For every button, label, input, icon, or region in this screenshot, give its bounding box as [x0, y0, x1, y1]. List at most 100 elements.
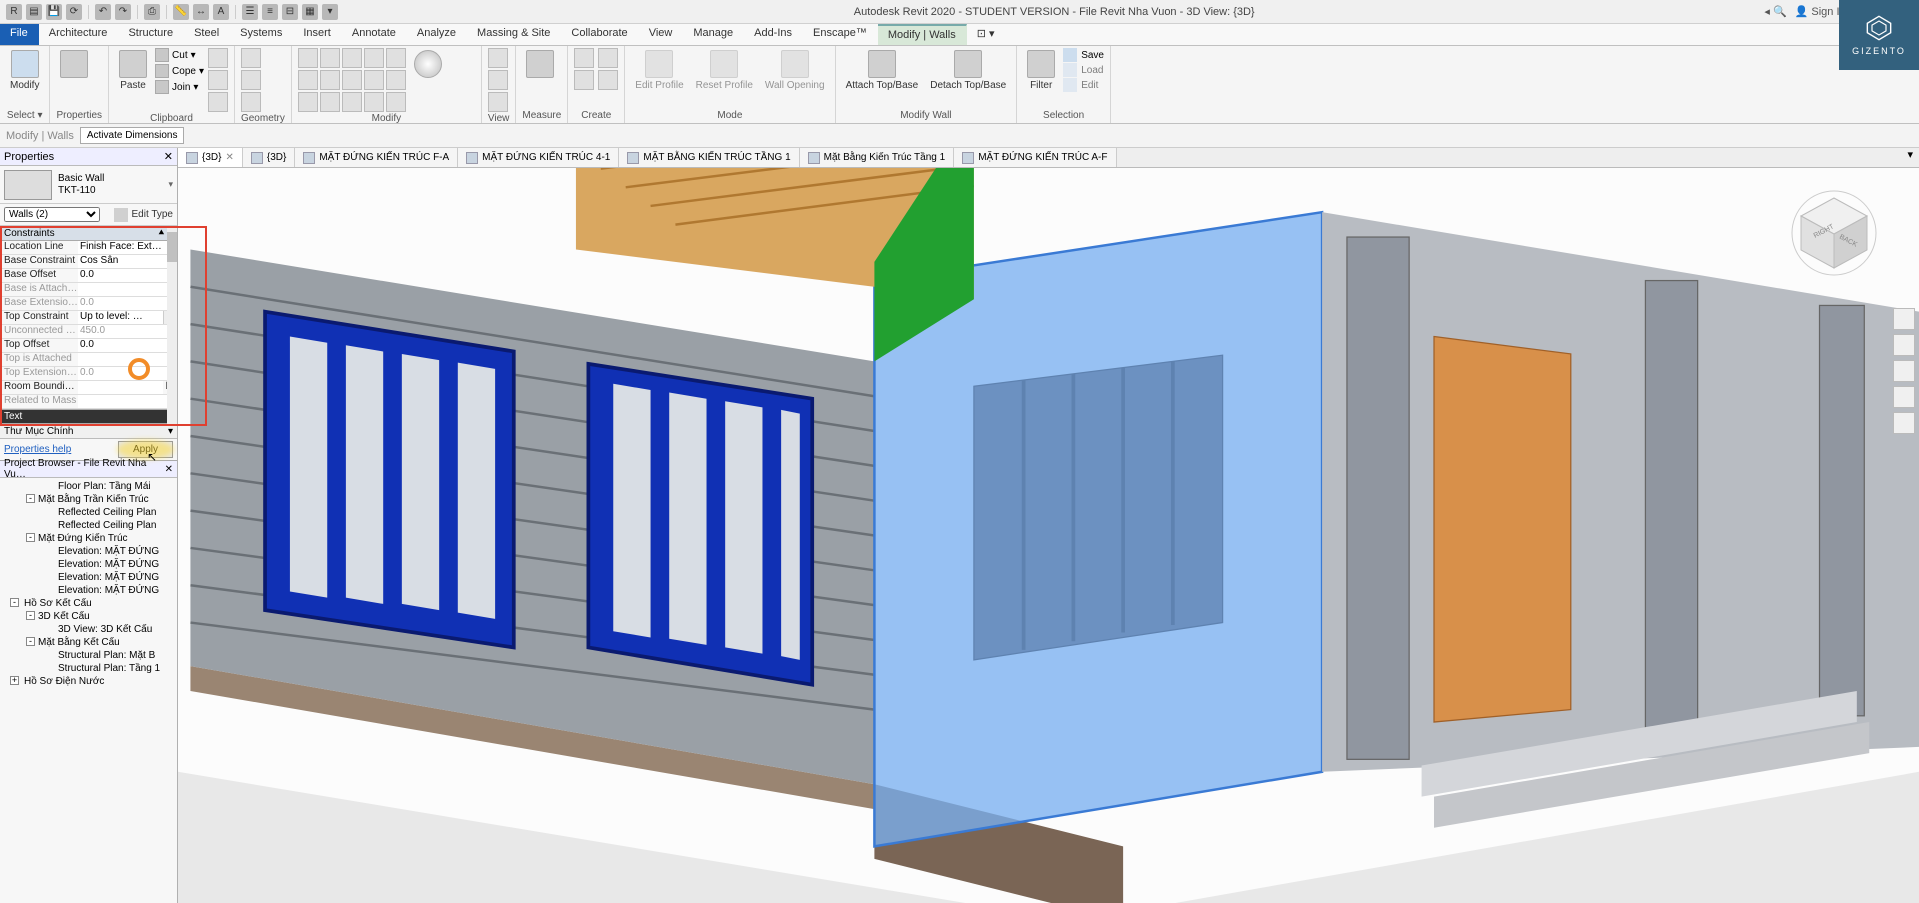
tab-enscape[interactable]: Enscape™ — [803, 24, 878, 45]
tree-node[interactable]: 3D View: 3D Kết Cấu — [0, 623, 177, 636]
scrollbar[interactable] — [167, 226, 177, 424]
steering-wheel-icon[interactable] — [1893, 308, 1915, 330]
property-row[interactable]: Unconnected …450.0 — [0, 325, 177, 339]
viewport-3d[interactable]: RIGHT BACK — [178, 168, 1919, 903]
delete-icon[interactable] — [342, 92, 362, 112]
tree-node[interactable]: Elevation: MẶT ĐỨNG — [0, 571, 177, 584]
property-row[interactable]: Top is Attached — [0, 353, 177, 367]
zoom-icon[interactable] — [1893, 360, 1915, 382]
geom3-icon[interactable] — [241, 92, 261, 112]
orbit-icon[interactable] — [1893, 386, 1915, 408]
modify-button[interactable]: Modify — [6, 48, 43, 93]
tree-node[interactable]: Elevation: MẶT ĐỨNG — [0, 584, 177, 597]
tab-manage[interactable]: Manage — [683, 24, 744, 45]
tab-analyze[interactable]: Analyze — [407, 24, 467, 45]
instance-selector[interactable]: Walls (2) — [4, 207, 100, 222]
property-row[interactable]: Top Extension…0.0 — [0, 367, 177, 381]
detach-button[interactable]: Detach Top/Base — [926, 48, 1010, 93]
expand-icon[interactable]: - — [26, 637, 35, 646]
tab-insert[interactable]: Insert — [293, 24, 342, 45]
switch-win-icon[interactable]: ▦ — [302, 4, 318, 20]
save-icon[interactable]: 💾 — [46, 4, 62, 20]
filter-row[interactable]: Thư Mục Chính ▾ — [0, 424, 177, 439]
view-tab[interactable]: MẶT ĐỨNG KIẾN TRÚC A-F — [954, 148, 1116, 167]
dropdown-icon[interactable]: ▾ — [322, 4, 338, 20]
mirror-icon[interactable] — [342, 48, 362, 68]
property-row[interactable]: Top ConstraintUp to level: …▾ — [0, 311, 177, 325]
expand-icon[interactable]: + — [10, 676, 19, 685]
create4-icon[interactable] — [598, 70, 618, 90]
tree-node[interactable]: Mặt Bằng Kết Cấu- — [0, 636, 177, 649]
expand-icon[interactable]: - — [26, 611, 35, 620]
close-icon[interactable]: ✕ — [165, 464, 173, 475]
copy-icon[interactable] — [386, 48, 406, 68]
tab-file[interactable]: File — [0, 24, 39, 45]
close-icon[interactable]: ✕ — [225, 152, 233, 163]
app-icon[interactable]: R — [6, 4, 22, 20]
close-hidden-icon[interactable]: ⊟ — [282, 4, 298, 20]
tabs-overflow-icon[interactable]: ▾ — [1901, 148, 1919, 167]
property-row[interactable]: Base Extensio…0.0 — [0, 297, 177, 311]
filter-button[interactable]: Filter — [1023, 48, 1059, 93]
tab-structure[interactable]: Structure — [118, 24, 184, 45]
geom-icon[interactable] — [241, 48, 261, 68]
wall-opening-button[interactable]: Wall Opening — [761, 48, 829, 93]
keyword-search[interactable]: ◂ 🔍 — [1764, 5, 1786, 18]
tab-massing[interactable]: Massing & Site — [467, 24, 561, 45]
print-icon[interactable]: ⎙ — [144, 4, 160, 20]
scale-icon[interactable] — [386, 70, 406, 90]
redo-icon[interactable]: ↷ — [115, 4, 131, 20]
nav-icon[interactable] — [1893, 412, 1915, 434]
expand-icon[interactable]: - — [10, 598, 19, 607]
tree-node[interactable]: Reflected Ceiling Plan — [0, 506, 177, 519]
tree-node[interactable]: Elevation: MẶT ĐỨNG — [0, 558, 177, 571]
edit-profile-button[interactable]: Edit Profile — [631, 48, 687, 93]
property-row[interactable]: Related to Mass — [0, 395, 177, 409]
view-icon[interactable] — [488, 48, 508, 68]
close-icon[interactable]: ✕ — [164, 150, 173, 163]
tab-modify-walls[interactable]: Modify | Walls — [878, 24, 967, 45]
view2-icon[interactable] — [488, 70, 508, 90]
view3-icon[interactable] — [488, 92, 508, 112]
demolish-icon[interactable] — [386, 92, 406, 112]
reset-profile-button[interactable]: Reset Profile — [692, 48, 757, 93]
type-selector[interactable]: Basic WallTKT-110 ▾ — [0, 166, 177, 204]
tab-systems[interactable]: Systems — [230, 24, 293, 45]
rotate-icon[interactable] — [298, 70, 318, 90]
thin-lines-icon[interactable]: ≡ — [262, 4, 278, 20]
array-icon[interactable] — [364, 70, 384, 90]
group-text[interactable]: Text▴ — [0, 409, 177, 424]
property-row[interactable]: Location LineFinish Face: Ext… — [0, 241, 177, 255]
load-selection[interactable]: Load — [1063, 63, 1104, 77]
tree-node[interactable]: Structural Plan: Tầng 1 — [0, 662, 177, 675]
property-row[interactable]: Base ConstraintCos Sân — [0, 255, 177, 269]
tree-node[interactable]: Reflected Ceiling Plan — [0, 519, 177, 532]
chevron-down-icon[interactable]: ▾ — [168, 179, 173, 190]
undo-icon[interactable]: ↶ — [95, 4, 111, 20]
edit-selection[interactable]: Edit — [1063, 78, 1104, 92]
geom2-icon[interactable] — [241, 70, 261, 90]
offset-icon[interactable] — [320, 48, 340, 68]
pin-icon[interactable] — [298, 92, 318, 112]
view-tab[interactable]: MẶT ĐỨNG KIẾN TRÚC 4-1 — [458, 148, 619, 167]
group-constraints[interactable]: Constraints⯅ ▴ — [0, 226, 177, 241]
property-row[interactable]: Base Offset0.0 — [0, 269, 177, 283]
tab-collaborate[interactable]: Collaborate — [561, 24, 638, 45]
view-tab[interactable]: {3D} — [243, 148, 295, 167]
property-row[interactable]: Room Boundi…☑ — [0, 381, 177, 395]
join-button[interactable]: Join ▾ — [155, 80, 204, 94]
sync-icon[interactable]: ⟳ — [66, 4, 82, 20]
tree-node[interactable]: Mặt Bằng Trần Kiến Trúc- — [0, 493, 177, 506]
tab-steel[interactable]: Steel — [184, 24, 230, 45]
tree-node[interactable]: 3D Kết Cấu- — [0, 610, 177, 623]
view-tab[interactable]: {3D}✕ — [178, 148, 243, 167]
cut-button[interactable]: Cut ▾ — [155, 48, 204, 62]
align-icon[interactable] — [298, 48, 318, 68]
section-icon[interactable]: ☰ — [242, 4, 258, 20]
group-icon[interactable] — [364, 92, 384, 112]
tree-node[interactable]: Mặt Đứng Kiến Trúc- — [0, 532, 177, 545]
tree-node[interactable]: Hồ Sơ Kết Cấu- — [0, 597, 177, 610]
open-icon[interactable]: ▤ — [26, 4, 42, 20]
unpin-icon[interactable] — [320, 92, 340, 112]
move-icon[interactable] — [364, 48, 384, 68]
